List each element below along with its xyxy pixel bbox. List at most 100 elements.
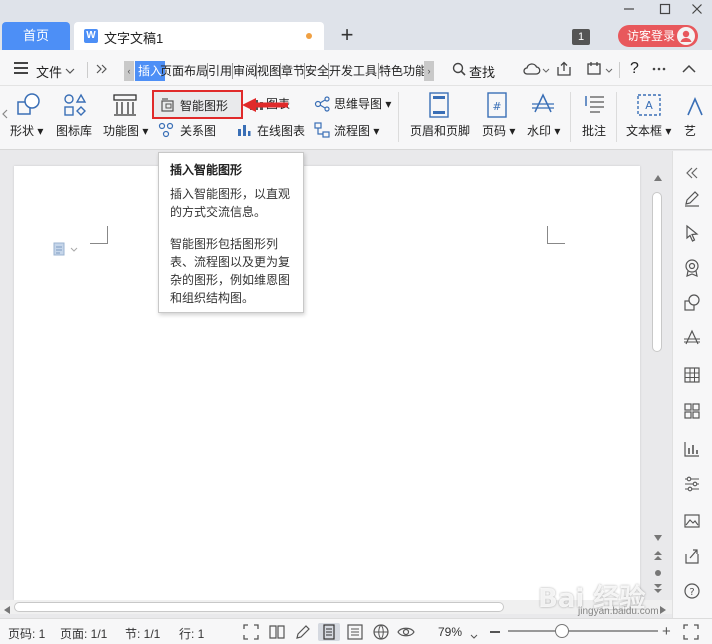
table-icon[interactable] xyxy=(682,365,702,385)
maximize-icon[interactable] xyxy=(654,2,676,20)
shape-button[interactable]: 形状 ▾ xyxy=(10,122,43,139)
status-section[interactable]: 节: 1/1 xyxy=(125,625,160,642)
document-page[interactable] xyxy=(14,166,640,600)
zoom-dropdown-icon[interactable] xyxy=(470,629,478,643)
zoom-out-icon[interactable] xyxy=(490,631,500,633)
paragraph-options-icon[interactable] xyxy=(52,242,80,259)
textbox-icon[interactable]: A xyxy=(636,92,662,121)
textbox-button[interactable]: 文本框 ▾ xyxy=(626,122,671,139)
settings-sliders-icon[interactable] xyxy=(682,474,702,494)
status-page-number[interactable]: 页码: 1 xyxy=(8,625,45,642)
shape-icon[interactable] xyxy=(16,92,42,121)
scroll-down-icon[interactable] xyxy=(654,530,662,544)
mind-map-icon[interactable] xyxy=(314,96,330,115)
vertical-scroll-thumb[interactable] xyxy=(652,192,662,352)
tabs-scroll-right-icon[interactable]: › xyxy=(424,61,434,81)
tab-section[interactable]: 章节 xyxy=(281,61,305,81)
grid-apps-icon[interactable] xyxy=(682,401,702,421)
close-icon[interactable] xyxy=(686,2,708,20)
scroll-left-icon[interactable] xyxy=(4,603,10,617)
home-tab[interactable]: 首页 xyxy=(2,22,70,50)
pen-edit-icon[interactable] xyxy=(682,188,702,208)
status-page-count[interactable]: 页面: 1/1 xyxy=(60,625,107,642)
toolbar-more-icon[interactable] xyxy=(586,61,604,80)
find-button[interactable]: 查找 xyxy=(469,62,495,81)
status-row[interactable]: 行: 1 xyxy=(179,625,204,642)
zoom-fit-icon[interactable] xyxy=(682,623,700,644)
page-number-button[interactable]: 页码 ▾ xyxy=(482,122,515,139)
tab-security[interactable]: 安全 xyxy=(305,61,329,81)
share-icon[interactable] xyxy=(556,61,572,80)
zoom-level[interactable]: 79% xyxy=(438,625,462,639)
bar-chart-icon[interactable] xyxy=(682,439,702,459)
style-badge-icon[interactable] xyxy=(682,258,702,278)
scroll-right-icon[interactable] xyxy=(660,603,666,617)
comment-button[interactable]: 批注 xyxy=(582,122,606,139)
visitor-login-button[interactable]: 访客登录 xyxy=(618,25,698,47)
icon-library-icon[interactable] xyxy=(62,92,88,121)
function-chart-icon[interactable] xyxy=(112,92,138,121)
horizontal-scroll-thumb[interactable] xyxy=(14,602,504,612)
collapse-ribbon-icon[interactable] xyxy=(682,63,696,77)
document-tab[interactable]: W 文字文稿1 xyxy=(74,22,324,50)
flowchart-button[interactable]: 流程图 ▾ xyxy=(334,122,379,139)
function-chart-button[interactable]: 功能图 ▾ xyxy=(103,122,148,139)
relation-graph-icon[interactable] xyxy=(158,122,174,141)
more-options-icon[interactable] xyxy=(652,63,666,78)
page-view-icon[interactable] xyxy=(318,623,340,641)
watermark-button[interactable]: 水印 ▾ xyxy=(527,122,560,139)
cursor-select-icon[interactable] xyxy=(682,223,702,243)
file-menu[interactable]: 文件 xyxy=(36,62,62,81)
window-count-badge[interactable]: 1 xyxy=(572,29,590,45)
tab-review[interactable]: 审阅 xyxy=(233,61,257,81)
icon-library-button[interactable]: 图标库 xyxy=(56,122,92,139)
header-footer-button[interactable]: 页眉和页脚 xyxy=(410,122,470,139)
chevron-down-icon[interactable] xyxy=(65,64,75,78)
export-share-icon[interactable] xyxy=(682,546,702,566)
comment-icon[interactable] xyxy=(582,92,608,121)
relation-graph-button[interactable]: 关系图 xyxy=(180,122,216,139)
header-footer-icon[interactable] xyxy=(428,92,450,121)
web-view-icon[interactable] xyxy=(372,623,390,641)
double-chevron-right-icon[interactable] xyxy=(96,63,108,77)
fullscreen-icon[interactable] xyxy=(242,623,260,641)
online-chart-button[interactable]: 在线图表 xyxy=(257,122,305,139)
tab-references[interactable]: 引用 xyxy=(208,61,232,81)
tab-special-features[interactable]: 特色功能 xyxy=(379,61,427,81)
watermark-icon[interactable] xyxy=(530,92,556,121)
smart-graphic-button[interactable]: 智能图形 xyxy=(152,90,243,119)
hamburger-menu-icon[interactable] xyxy=(14,62,28,74)
minimize-icon[interactable] xyxy=(618,2,640,20)
picture-icon[interactable] xyxy=(682,511,702,531)
reading-view-icon[interactable] xyxy=(268,623,286,641)
chevron-down-icon[interactable] xyxy=(605,64,613,78)
help-circle-icon[interactable]: ? xyxy=(682,581,702,601)
scroll-up-icon[interactable] xyxy=(654,170,662,184)
art-text-button[interactable]: 艺 xyxy=(684,122,696,139)
pen-mode-icon[interactable] xyxy=(294,623,312,641)
tab-developer-tools[interactable]: 开发工具 xyxy=(329,61,377,81)
art-text-icon[interactable] xyxy=(684,96,706,121)
page-number-icon[interactable]: # xyxy=(486,92,508,121)
mind-map-button[interactable]: 思维导图 ▾ xyxy=(334,95,391,112)
cloud-sync-icon[interactable] xyxy=(522,61,542,80)
chevron-down-icon[interactable] xyxy=(542,64,550,78)
outline-view-icon[interactable] xyxy=(346,623,364,641)
watermark-panel-icon[interactable] xyxy=(682,328,702,348)
online-chart-icon[interactable] xyxy=(236,122,252,141)
tab-page-layout[interactable]: 页面布局 xyxy=(160,61,208,81)
help-icon[interactable]: ? xyxy=(630,60,639,78)
eye-protection-icon[interactable] xyxy=(397,623,415,641)
previous-page-icon[interactable] xyxy=(654,550,662,564)
double-chevron-left-icon[interactable] xyxy=(682,163,702,183)
zoom-slider-track[interactable] xyxy=(508,630,658,632)
ribbon-scroll-left-icon[interactable] xyxy=(2,108,8,122)
page-jump-icon[interactable] xyxy=(654,566,662,580)
new-tab-button[interactable]: + xyxy=(336,24,358,48)
zoom-slider-handle[interactable] xyxy=(555,624,569,638)
shapes-panel-icon[interactable] xyxy=(682,293,702,313)
next-page-icon[interactable] xyxy=(654,582,662,596)
tab-view[interactable]: 视图 xyxy=(257,61,281,81)
search-icon[interactable] xyxy=(452,62,466,79)
zoom-in-icon[interactable]: + xyxy=(662,623,671,640)
